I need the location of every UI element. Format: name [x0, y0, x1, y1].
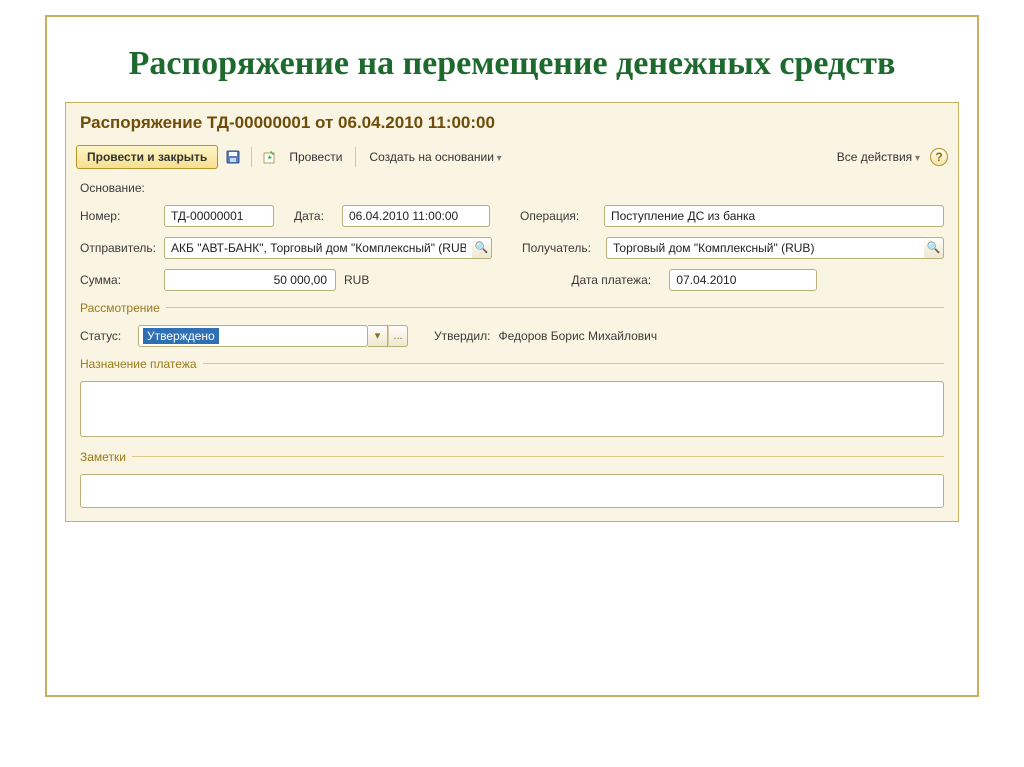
save-icon[interactable]: [224, 148, 242, 166]
label-otpravitel: Отправитель:: [80, 241, 156, 255]
label-osnovanie: Основание:: [80, 181, 156, 195]
label-status: Статус:: [80, 329, 130, 343]
naznachenie-textarea[interactable]: [80, 381, 944, 437]
slide-title: Распоряжение на перемещение денежных сре…: [47, 17, 977, 102]
label-nomer: Номер:: [80, 209, 156, 223]
label-utverdil: Утвердил:: [434, 329, 490, 343]
post-button[interactable]: Провести: [285, 148, 346, 166]
summa-input[interactable]: [164, 269, 336, 291]
status-value: Утверждено: [143, 328, 219, 344]
form-body: Основание: Номер: Дата: Операция: Отправ…: [66, 177, 958, 521]
search-icon[interactable]: 🔍: [472, 237, 492, 259]
nomer-input[interactable]: [164, 205, 274, 227]
utverdil-value: Федоров Борис Михайлович: [498, 329, 657, 343]
ellipsis-icon[interactable]: ...: [388, 325, 408, 347]
data-platezha-input[interactable]: [669, 269, 817, 291]
status-input[interactable]: Утверждено: [138, 325, 368, 347]
search-icon[interactable]: 🔍: [924, 237, 944, 259]
label-summa: Сумма:: [80, 273, 156, 287]
operatsiya-input[interactable]: [604, 205, 944, 227]
group-rassmotrenie: Рассмотрение: [80, 301, 944, 315]
dropdown-icon[interactable]: ▾: [368, 325, 388, 347]
post-and-close-button[interactable]: Провести и закрыть: [76, 145, 218, 169]
poluchatel-input[interactable]: [606, 237, 924, 259]
help-icon[interactable]: ?: [930, 148, 948, 166]
status-input-group: Утверждено ▾ ...: [138, 325, 408, 347]
label-operatsiya: Операция:: [520, 209, 596, 223]
toolbar-separator: [355, 147, 356, 167]
poluchatel-input-group: 🔍: [606, 237, 944, 259]
group-rassmotrenie-label: Рассмотрение: [80, 301, 160, 315]
toolbar: Провести и закрыть Провести Создать на о…: [66, 141, 958, 177]
zametki-textarea[interactable]: [80, 474, 944, 508]
otpravitel-input[interactable]: [164, 237, 472, 259]
group-zametki: Заметки: [80, 450, 944, 464]
currency-label: RUB: [344, 273, 369, 287]
group-zametki-label: Заметки: [80, 450, 126, 464]
create-based-on-dropdown[interactable]: Создать на основании: [365, 148, 505, 166]
app-window: Распоряжение ТД-00000001 от 06.04.2010 1…: [65, 102, 959, 522]
group-naznachenie: Назначение платежа: [80, 357, 944, 371]
group-naznachenie-label: Назначение платежа: [80, 357, 197, 371]
label-data-platezha: Дата платежа:: [571, 273, 661, 287]
all-actions-dropdown[interactable]: Все действия: [833, 148, 924, 166]
toolbar-separator: [251, 147, 252, 167]
data-input[interactable]: [342, 205, 490, 227]
post-icon[interactable]: [261, 148, 279, 166]
document-title: Распоряжение ТД-00000001 от 06.04.2010 1…: [66, 103, 958, 141]
label-data: Дата:: [294, 209, 334, 223]
label-poluchatel: Получатель:: [522, 241, 598, 255]
otpravitel-input-group: 🔍: [164, 237, 492, 259]
slide-frame: Распоряжение на перемещение денежных сре…: [45, 15, 979, 697]
